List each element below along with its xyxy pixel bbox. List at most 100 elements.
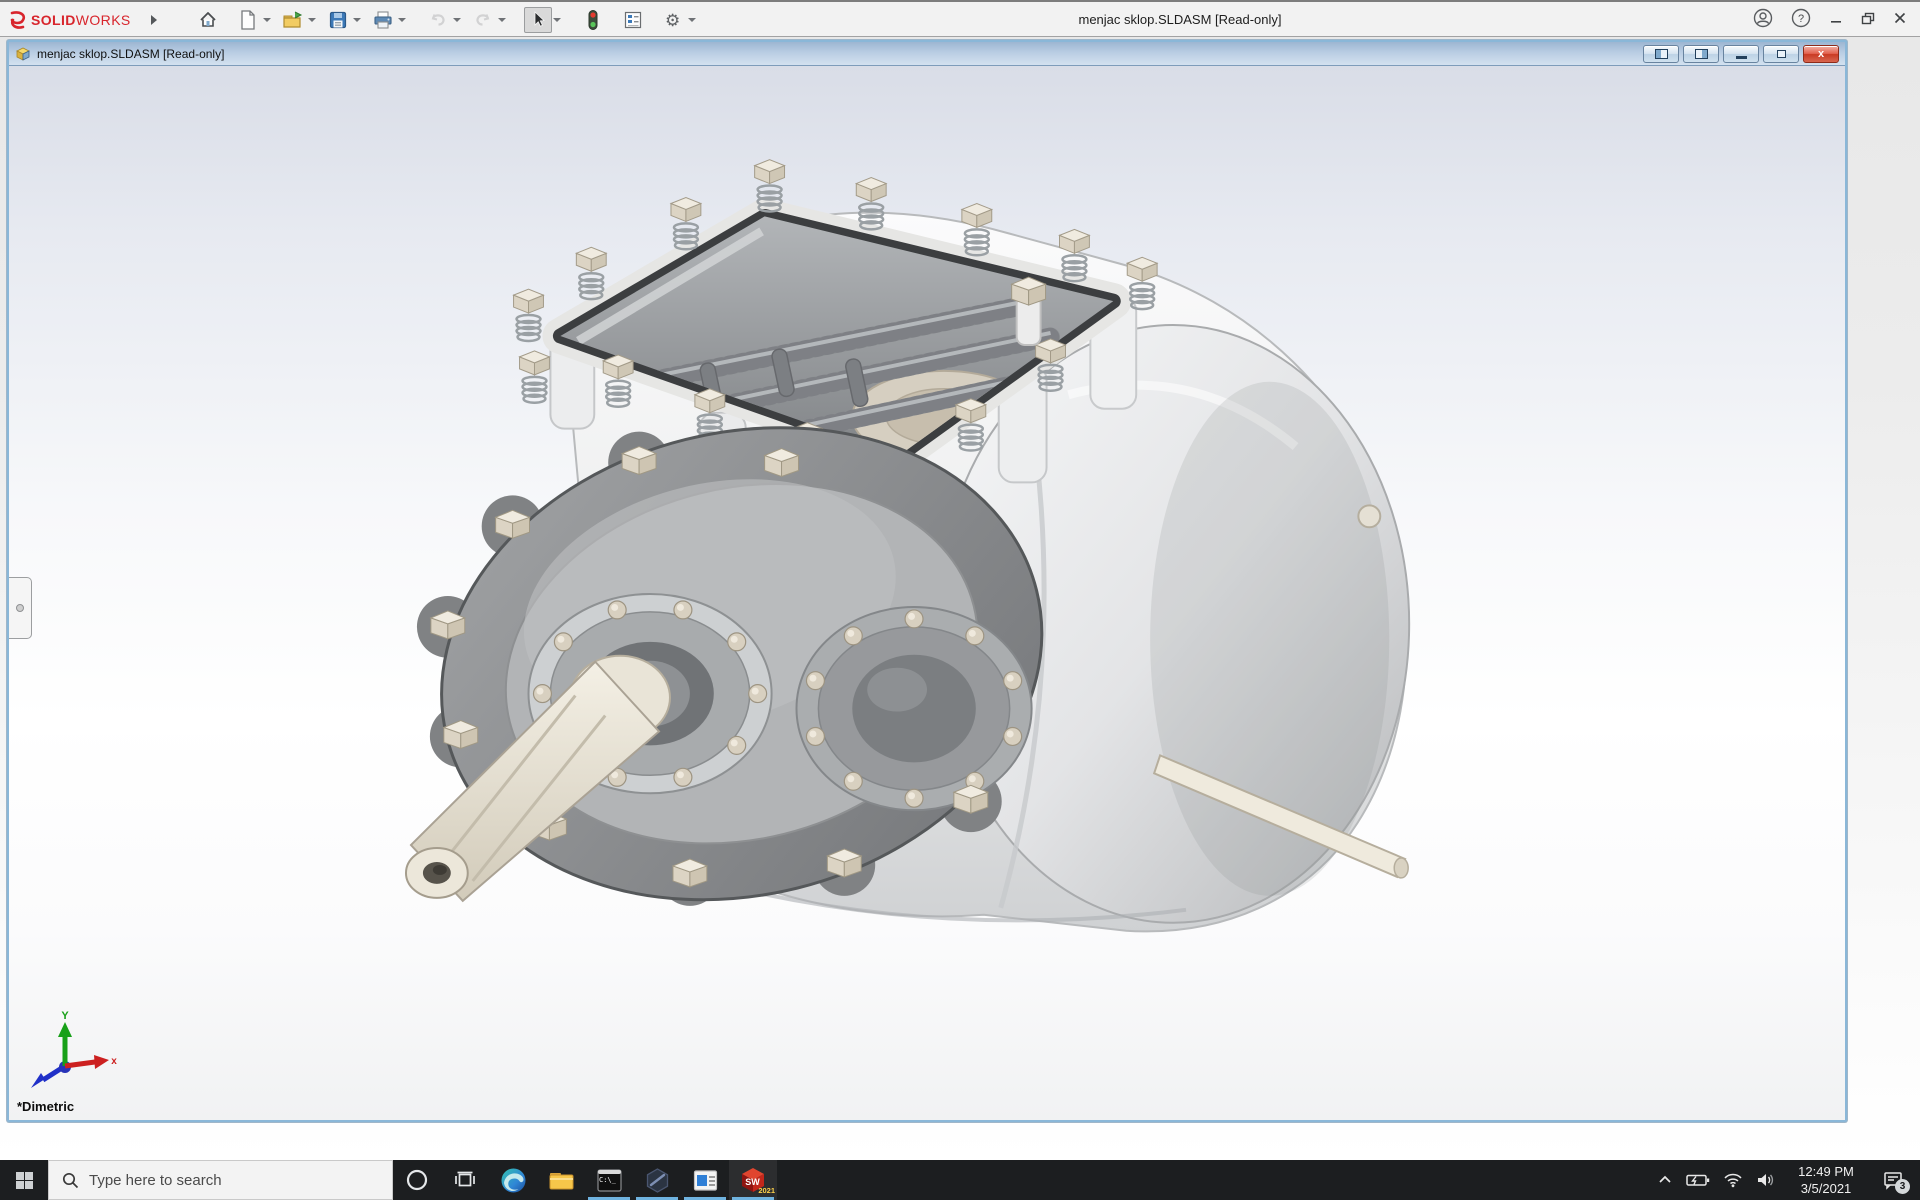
restore-button[interactable]	[1860, 10, 1876, 31]
search-icon	[62, 1172, 79, 1189]
pane-left-icon	[1654, 48, 1668, 59]
search-placeholder: Type here to search	[89, 1171, 222, 1189]
side-stub-bolt[interactable]	[1357, 504, 1382, 529]
view-orientation-label: *Dimetric	[17, 1099, 75, 1114]
new-document-caret[interactable]	[262, 18, 271, 22]
properties-icon	[624, 11, 641, 29]
home-icon	[200, 12, 216, 27]
options-caret[interactable]	[687, 18, 696, 22]
gearbox-model[interactable]	[9, 66, 1845, 1120]
tray-wifi-button[interactable]	[1723, 1172, 1743, 1188]
print-button[interactable]	[369, 7, 397, 33]
doc-pane-right-button[interactable]	[1683, 44, 1719, 63]
system-tray: 12:49 PM 3/5/2021 3	[1657, 1160, 1920, 1200]
wifi-icon	[1724, 1173, 1742, 1188]
minimize-icon	[1831, 20, 1841, 23]
traffic-light-icon	[588, 10, 598, 30]
doc-close-icon: x	[1817, 47, 1825, 60]
windows-logo-icon	[15, 1171, 33, 1189]
clock-time: 12:49 PM	[1798, 1164, 1854, 1179]
assembly-icon	[16, 47, 30, 61]
side-cover-plate[interactable]	[795, 605, 1033, 812]
task-view-icon	[455, 1171, 475, 1187]
notification-badge: 3	[1895, 1179, 1910, 1194]
clock-date: 3/5/2021	[1800, 1181, 1852, 1196]
document-title: menjac sklop.SLDASM [Read-only]	[37, 46, 225, 61]
taskbar-search-box[interactable]: Type here to search	[48, 1160, 393, 1200]
task-view-button[interactable]	[441, 1160, 489, 1200]
select-tool-button[interactable]	[523, 7, 552, 33]
taskbar: Type here to search C:\_ SW 2021 12:49 P…	[0, 1160, 1920, 1200]
help-icon: ?	[1791, 8, 1811, 27]
doc-restore-icon	[1776, 49, 1786, 58]
close-icon	[1894, 12, 1906, 23]
taskbar-edge-button[interactable]	[489, 1160, 537, 1200]
doc-restore-button[interactable]	[1763, 44, 1799, 63]
print-caret[interactable]	[397, 18, 406, 22]
performance-monitor-button[interactable]	[579, 7, 607, 33]
top-stub-bolt[interactable]	[1011, 276, 1047, 346]
triad-x-label: x	[111, 1056, 117, 1067]
document-titlebar[interactable]: menjac sklop.SLDASM [Read-only] x	[9, 42, 1845, 66]
new-document-button[interactable]	[234, 7, 262, 33]
taskbar-solidworks-button[interactable]: SW 2021	[729, 1160, 777, 1200]
restore-icon	[1861, 12, 1875, 24]
save-caret[interactable]	[352, 18, 361, 22]
battery-icon	[1686, 1174, 1710, 1186]
taskbar-window-app-button[interactable]	[681, 1160, 729, 1200]
doc-minimize-button[interactable]	[1723, 44, 1759, 63]
account-button[interactable]	[1752, 7, 1774, 34]
taskbar-clock[interactable]: 12:49 PM 3/5/2021	[1789, 1163, 1863, 1197]
orientation-triad: Y x	[31, 1010, 117, 1088]
feature-pane-handle[interactable]	[9, 577, 32, 639]
toolbar-flyout-arrow[interactable]	[150, 15, 157, 25]
hexagon-app-icon	[646, 1167, 668, 1193]
home-button[interactable]	[194, 7, 222, 33]
command-prompt-label: C:\_	[599, 1176, 616, 1184]
taskbar-hexagon-app-button[interactable]	[633, 1160, 681, 1200]
tray-battery-button[interactable]	[1686, 1172, 1710, 1188]
brand-light: WORKS	[75, 12, 131, 28]
triad-y-label: Y	[61, 1010, 69, 1022]
save-icon	[329, 11, 346, 29]
graphics-viewport[interactable]: Y x *Dimetric	[9, 66, 1845, 1120]
undo-button[interactable]	[424, 7, 452, 33]
svg-text:?: ?	[1798, 13, 1804, 25]
undo-caret[interactable]	[452, 18, 461, 22]
edge-icon	[501, 1168, 525, 1192]
select-tool-caret[interactable]	[552, 18, 561, 22]
gear-icon: ⚙	[665, 10, 681, 30]
app-titlebar: SOLIDWORKS ⚙ menjac sklop.SLDASM [Read-o…	[0, 0, 1920, 37]
new-document-icon	[241, 10, 255, 30]
options-button[interactable]: ⚙	[659, 7, 687, 33]
brand-bold: SOLID	[31, 12, 76, 28]
close-button[interactable]	[1892, 10, 1908, 31]
solidworks-logo-icon	[10, 11, 26, 29]
chevron-up-icon	[1659, 1175, 1671, 1183]
redo-icon	[476, 14, 490, 26]
start-button[interactable]	[0, 1160, 48, 1200]
tray-chevron-button[interactable]	[1657, 1172, 1673, 1188]
file-explorer-icon	[549, 1172, 573, 1189]
doc-minimize-icon	[1735, 55, 1747, 59]
window-app-icon	[693, 1169, 717, 1191]
action-center-button[interactable]: 3	[1876, 1160, 1910, 1200]
solidworks-logo[interactable]: SOLIDWORKS	[8, 10, 131, 30]
redo-button[interactable]	[469, 7, 497, 33]
taskbar-command-prompt-button[interactable]: C:\_	[585, 1160, 633, 1200]
properties-button[interactable]	[619, 7, 647, 33]
save-button[interactable]	[324, 7, 352, 33]
cortana-icon	[406, 1169, 428, 1191]
doc-close-button[interactable]: x	[1803, 44, 1839, 63]
taskbar-file-explorer-button[interactable]	[537, 1160, 585, 1200]
open-caret[interactable]	[307, 18, 316, 22]
redo-caret[interactable]	[497, 18, 506, 22]
open-button[interactable]	[279, 7, 307, 33]
doc-pane-left-button[interactable]	[1643, 44, 1679, 63]
minimize-button[interactable]	[1828, 10, 1844, 31]
help-button[interactable]: ?	[1790, 7, 1812, 34]
cortana-button[interactable]	[393, 1160, 441, 1200]
pane-handle-dot	[16, 604, 24, 612]
tray-volume-button[interactable]	[1756, 1172, 1776, 1188]
app-title: menjac sklop.SLDASM [Read-only]	[1078, 12, 1282, 27]
